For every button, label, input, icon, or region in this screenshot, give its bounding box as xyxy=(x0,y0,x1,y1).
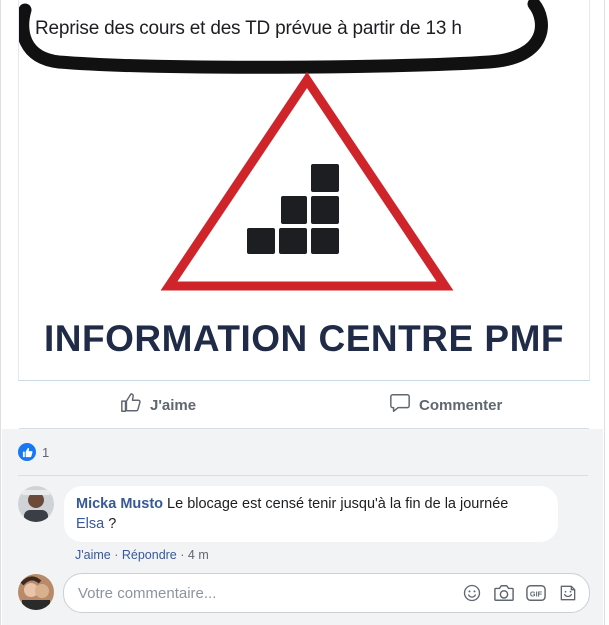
svg-text:GIF: GIF xyxy=(530,590,543,599)
image-caption-text: Reprise des cours et des TD prévue à par… xyxy=(35,18,462,39)
comment-author-link[interactable]: Micka Musto xyxy=(76,496,163,512)
emoji-icon[interactable] xyxy=(461,582,483,604)
comment-bubble: Micka Musto Le blocage est censé tenir j… xyxy=(64,486,558,542)
divider xyxy=(18,475,588,476)
comment-input[interactable] xyxy=(76,582,440,604)
comment-text: Le blocage est censé tenir jusqu'à la fi… xyxy=(163,496,509,512)
sticker-icon[interactable] xyxy=(557,582,579,604)
commenter-avatar-image xyxy=(18,486,54,522)
avatar[interactable] xyxy=(18,486,54,522)
post-actions-bar: J'aime Commenter xyxy=(19,382,589,429)
reactions-count: 1 xyxy=(42,444,50,460)
comment-reply-link[interactable]: Répondre xyxy=(122,548,177,562)
warning-triangle xyxy=(160,71,454,291)
comment-mention-link[interactable]: Elsa xyxy=(76,516,104,532)
like-button[interactable]: J'aime xyxy=(120,392,196,418)
post-image[interactable]: Reprise des cours et des TD prévue à par… xyxy=(18,0,590,381)
comment-text-suffix: ? xyxy=(104,516,117,532)
comment-timestamp[interactable]: 4 m xyxy=(188,548,209,562)
stacked-blocks-icon xyxy=(247,164,339,254)
comment-button-label: Commenter xyxy=(419,396,503,414)
camera-icon[interactable] xyxy=(493,582,515,604)
current-user-avatar[interactable] xyxy=(18,574,54,610)
like-button-label: J'aime xyxy=(150,396,197,414)
image-title: INFORMATION CENTRE PMF xyxy=(43,318,565,359)
composer-icons: GIF xyxy=(461,582,579,604)
comment-line-1: Micka Musto Le blocage est censé tenir j… xyxy=(76,496,508,512)
comment-composer[interactable]: GIF xyxy=(63,573,590,613)
comment-meta: J'aime · Répondre · 4 m xyxy=(75,548,209,562)
comment-line-2: Elsa ? xyxy=(76,516,116,532)
reactions-summary[interactable]: 1 xyxy=(18,443,49,461)
meta-separator: · xyxy=(180,548,188,562)
meta-separator: · xyxy=(114,548,122,562)
comment-like-link[interactable]: J'aime xyxy=(75,548,111,562)
current-user-avatar-image xyxy=(18,574,54,610)
speech-bubble-icon xyxy=(389,392,411,418)
gif-icon[interactable]: GIF xyxy=(525,582,547,604)
comments-section: 1 Micka Musto Le blocage est censé tenir… xyxy=(2,429,603,625)
facebook-post: Reprise des cours et des TD prévue à par… xyxy=(0,0,605,625)
like-icon xyxy=(18,443,36,461)
comment-button[interactable]: Commenter xyxy=(389,392,502,418)
thumbs-up-icon xyxy=(120,392,142,418)
